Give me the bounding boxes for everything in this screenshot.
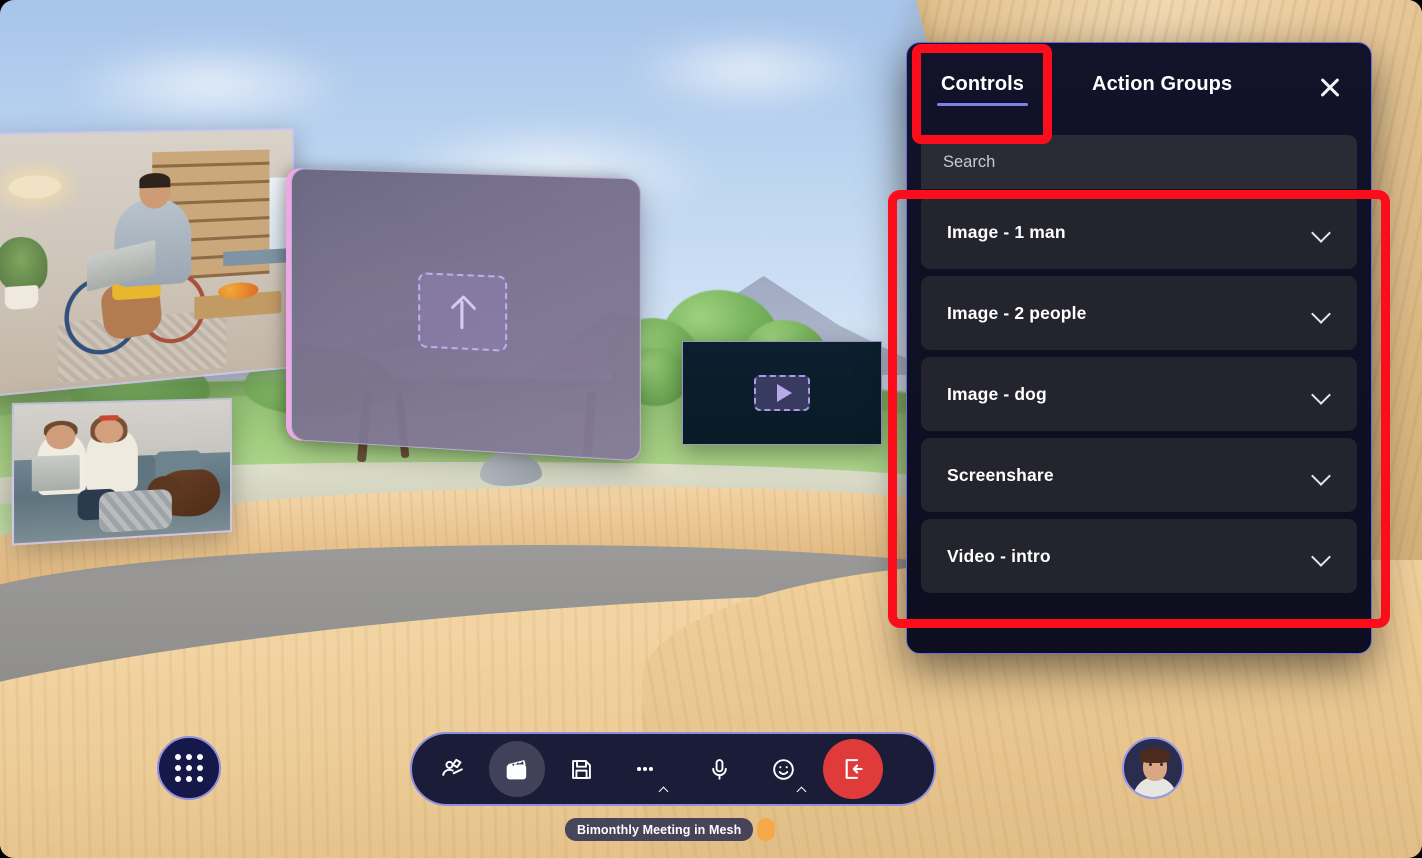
upload-arrow-icon — [452, 294, 473, 330]
avatar-eye — [1149, 763, 1152, 766]
list-item-label: Video - intro — [947, 545, 1051, 566]
chevron-down-icon[interactable] — [1313, 307, 1333, 319]
close-panel-icon[interactable] — [1315, 73, 1345, 103]
grid-dot — [197, 765, 203, 771]
upload-dropzone[interactable] — [418, 272, 508, 352]
list-item[interactable]: Image - dog — [921, 357, 1357, 431]
controls-list: Image - 1 man Image - 2 people Image - d… — [907, 189, 1371, 607]
grid-dot — [186, 776, 192, 782]
leave-door-icon — [845, 759, 863, 779]
meeting-name-pill: Bimonthly Meeting in Mesh — [565, 818, 754, 841]
microphone-icon — [711, 758, 727, 780]
avatar-eye — [1160, 763, 1163, 766]
world-photo-man[interactable] — [0, 128, 294, 398]
list-item[interactable]: Video - intro — [921, 519, 1357, 593]
screenshare-upload-board[interactable] — [291, 168, 641, 462]
controls-clapperboard-button[interactable] — [489, 741, 545, 797]
floppy-disk-icon — [571, 759, 591, 779]
tab-controls[interactable]: Controls — [935, 73, 1030, 106]
grid-dot — [197, 754, 203, 760]
clapperboard-icon — [506, 760, 527, 780]
grid-dot — [197, 776, 203, 782]
world-photo-man-content — [0, 130, 293, 396]
save-button[interactable] — [553, 741, 609, 797]
world-photo-people-dog[interactable] — [11, 398, 232, 546]
video-play-dropzone[interactable] — [754, 375, 810, 411]
list-item-label: Image - 2 people — [947, 302, 1087, 323]
user-avatar-button[interactable] — [1122, 737, 1184, 799]
chevron-up-icon — [798, 785, 807, 794]
chevron-down-icon[interactable] — [1313, 226, 1333, 238]
controls-panel: Controls Action Groups Image - 1 man Ima… — [906, 42, 1372, 654]
reactions-button[interactable] — [755, 741, 811, 797]
smiley-icon — [772, 758, 794, 780]
microphone-button[interactable] — [691, 741, 747, 797]
meeting-name-label: Bimonthly Meeting in Mesh — [577, 822, 742, 837]
list-item[interactable]: Image - 2 people — [921, 276, 1357, 350]
speaking-indicator — [757, 818, 775, 841]
avatar-edit-icon — [442, 758, 463, 776]
meeting-toolbar — [410, 732, 936, 806]
cloud — [620, 30, 880, 110]
chevron-down-icon[interactable] — [1313, 388, 1333, 400]
cloud — [60, 40, 360, 130]
chevron-down-icon[interactable] — [1313, 469, 1333, 481]
tab-controls-label: Controls — [941, 72, 1025, 95]
tab-action-groups[interactable]: Action Groups — [1086, 73, 1238, 106]
video-board[interactable] — [682, 341, 882, 445]
list-item[interactable]: Image - 1 man — [921, 195, 1357, 269]
apps-grid-button[interactable] — [157, 736, 221, 800]
avatar-edit-button[interactable] — [425, 741, 481, 797]
avatar-hair — [1140, 748, 1170, 763]
panel-header: Controls Action Groups — [907, 43, 1371, 135]
play-triangle-icon — [776, 384, 792, 402]
app-window: Controls Action Groups Image - 1 man Ima… — [0, 0, 1422, 858]
list-item[interactable]: Screenshare — [921, 438, 1357, 512]
list-item-label: Image - 1 man — [947, 221, 1066, 242]
list-item-label: Image - dog — [947, 383, 1047, 404]
chevron-down-icon[interactable] — [1313, 550, 1333, 562]
leave-meeting-button[interactable] — [823, 739, 883, 799]
search-row[interactable] — [921, 135, 1357, 189]
chevron-up-icon — [660, 785, 669, 794]
grid-dot — [186, 754, 192, 760]
search-input[interactable] — [943, 152, 1335, 172]
grid-dot — [186, 765, 192, 771]
world-photo-people-dog-content — [14, 400, 231, 544]
grid-dot — [175, 754, 181, 760]
grid-dot — [175, 776, 181, 782]
list-item-label: Screenshare — [947, 464, 1054, 485]
ellipsis-icon — [636, 766, 654, 772]
more-options-button[interactable] — [617, 741, 673, 797]
grid-dot — [175, 765, 181, 771]
tab-action-groups-label: Action Groups — [1092, 72, 1233, 95]
